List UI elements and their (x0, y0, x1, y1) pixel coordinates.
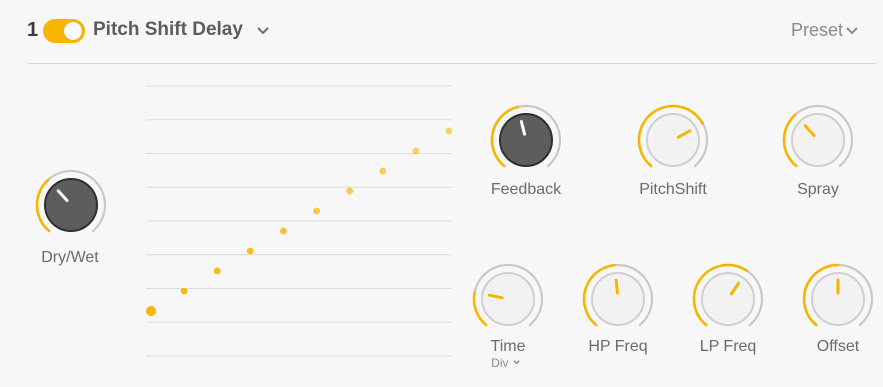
knob-body (499, 113, 553, 167)
time-div-label: Div (491, 356, 509, 370)
delay-tap-dot (313, 207, 320, 215)
feedback-label: Feedback (490, 181, 562, 198)
delay-tap-dot (280, 227, 287, 235)
offset-knob[interactable] (798, 259, 878, 339)
knob-body (701, 272, 755, 326)
effect-title[interactable]: Pitch Shift Delay (93, 19, 243, 41)
knob-body (791, 113, 845, 167)
time-label: Time (490, 338, 526, 355)
chevron-down-icon (513, 360, 520, 365)
effect-header: 1 Pitch Shift Delay Preset (0, 0, 883, 64)
offset-label: Offset (816, 338, 860, 355)
pitchshift-label: PitchShift (639, 181, 707, 198)
knob-body (646, 113, 700, 167)
knob-body (481, 272, 535, 326)
slot-number: 1 (27, 19, 39, 41)
effect-enable-toggle[interactable] (43, 19, 85, 43)
delay-tap-dot (180, 287, 188, 295)
spray-label: Spray (797, 181, 839, 198)
knob-indicator (614, 278, 619, 295)
spray-knob[interactable] (778, 100, 858, 180)
header-divider (28, 63, 876, 64)
feedback-knob[interactable] (486, 100, 566, 180)
lp-freq-knob[interactable] (688, 259, 768, 339)
dry-wet-knob[interactable] (31, 165, 111, 245)
knob-graphic (490, 104, 562, 168)
knob-graphic (782, 104, 854, 168)
pitch-delay-visualization (146, 85, 453, 357)
delay-tap-dot (213, 267, 221, 275)
toggle-thumb (64, 22, 82, 40)
chevron-down-icon (846, 27, 858, 35)
delay-tap-dot (146, 306, 156, 316)
pitch-shift-delay-panel: 1 Pitch Shift Delay Preset Dry/Wet Feedb… (0, 0, 883, 387)
delay-tap-dot (379, 167, 387, 175)
knob-graphic (472, 263, 544, 327)
knob-body (44, 178, 98, 232)
knob-graphic (802, 263, 874, 327)
lp-freq-label: LP Freq (699, 338, 757, 355)
knob-graphic (35, 169, 107, 233)
knob-graphic (637, 104, 709, 168)
pitchshift-knob[interactable] (633, 100, 713, 180)
preset-menu[interactable]: Preset (791, 20, 859, 41)
knob-graphic (582, 263, 654, 327)
delay-tap-dot (346, 187, 354, 195)
delay-tap-dot (412, 147, 420, 155)
time-div-selector[interactable]: Div (476, 356, 536, 370)
chevron-down-icon[interactable] (255, 18, 271, 42)
dry-wet-label: Dry/Wet (41, 249, 99, 266)
knob-graphic (692, 263, 764, 327)
hp-freq-label: HP Freq (588, 338, 648, 355)
delay-tap-dot (445, 127, 453, 135)
time-knob[interactable] (468, 259, 548, 339)
delay-tap-dot (246, 247, 254, 255)
knob-body (591, 272, 645, 326)
preset-label: Preset (790, 20, 843, 40)
hp-freq-knob[interactable] (578, 259, 658, 339)
